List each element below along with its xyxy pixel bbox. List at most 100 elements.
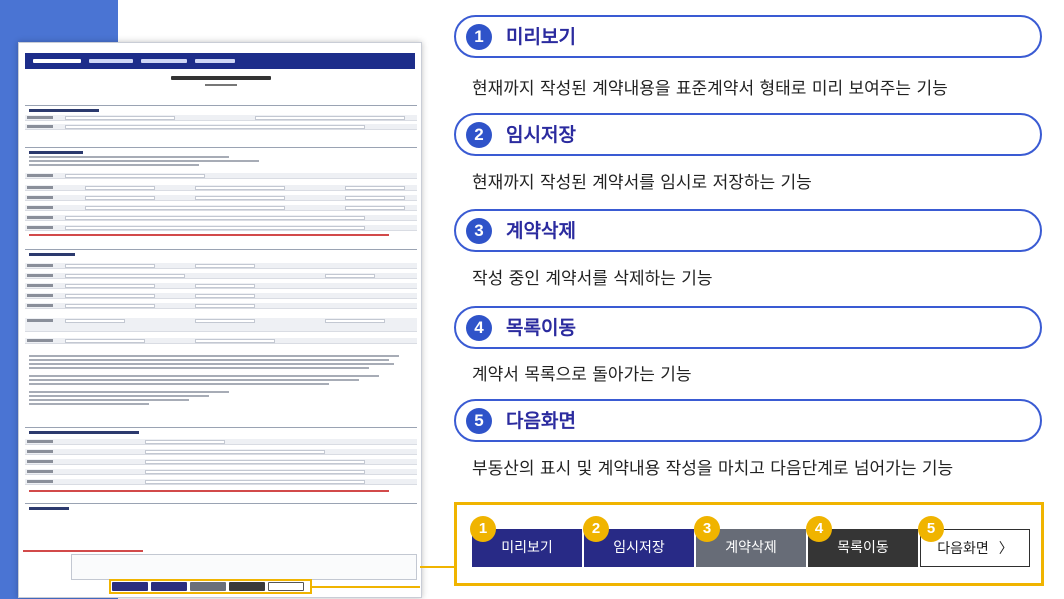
feature-heading-temp-save: 2 임시저장 — [454, 113, 1042, 156]
number-3-icon: 3 — [466, 218, 492, 244]
form-tab — [141, 59, 187, 63]
badge-2-icon: 2 — [583, 516, 609, 542]
form-text — [29, 160, 259, 162]
section-heading — [29, 253, 75, 256]
form-text — [29, 379, 359, 381]
field-box — [65, 319, 125, 323]
form-row — [25, 303, 417, 309]
form-text — [29, 363, 394, 365]
field-label — [27, 216, 53, 219]
form-row — [25, 449, 417, 455]
form-tab — [89, 59, 133, 63]
form-row — [25, 205, 417, 211]
number-4-icon: 4 — [466, 315, 492, 341]
field-box — [65, 304, 155, 308]
feature-heading-next: 5 다음화면 — [454, 399, 1042, 442]
form-text — [29, 399, 189, 401]
field-box — [65, 284, 155, 288]
feature-description: 작성 중인 계약서를 삭제하는 기능 — [472, 269, 713, 289]
form-text — [29, 367, 369, 369]
field-label — [27, 460, 53, 463]
field-label — [27, 440, 53, 443]
field-box — [65, 174, 205, 178]
field-box — [145, 470, 365, 474]
form-text — [29, 359, 389, 361]
field-box — [195, 294, 255, 298]
form-row — [25, 185, 417, 191]
field-label — [27, 174, 53, 177]
form-row — [25, 173, 417, 179]
field-label — [27, 125, 53, 128]
section-heading — [29, 151, 83, 154]
form-row — [25, 195, 417, 201]
field-box — [65, 274, 185, 278]
callout-connector — [420, 566, 456, 568]
field-box — [255, 116, 405, 120]
form-notice — [29, 490, 389, 492]
badge-5-icon: 5 — [918, 516, 944, 542]
field-label — [27, 206, 53, 209]
form-row — [25, 283, 417, 289]
badge-3-icon: 3 — [694, 516, 720, 542]
field-box — [65, 339, 145, 343]
badge-1-icon: 1 — [470, 516, 496, 542]
form-title — [171, 76, 271, 80]
field-box — [85, 206, 285, 210]
feature-description: 현재까지 작성된 계약서를 임시로 저장하는 기능 — [472, 173, 812, 193]
form-row — [25, 338, 417, 344]
form-row — [25, 439, 417, 445]
field-label — [27, 186, 53, 189]
callout-connector — [310, 586, 420, 588]
field-box — [195, 196, 285, 200]
feature-heading-delete: 3 계약삭제 — [454, 209, 1042, 252]
form-tab — [195, 59, 235, 63]
section-heading — [29, 431, 139, 434]
form-tab — [33, 59, 81, 63]
field-box — [195, 304, 255, 308]
field-label — [27, 450, 53, 453]
feature-description: 부동산의 표시 및 계약내용 작성을 마치고 다음단계로 넘어가는 기능 — [472, 459, 954, 479]
form-row — [25, 273, 417, 279]
special-terms-textarea — [71, 554, 417, 580]
field-label — [27, 304, 53, 307]
field-box — [145, 440, 225, 444]
form-text — [29, 383, 329, 385]
form-text — [29, 375, 379, 377]
form-row — [25, 459, 417, 465]
field-box — [145, 460, 365, 464]
field-box — [145, 450, 325, 454]
field-label — [27, 339, 53, 342]
field-label — [27, 116, 53, 119]
field-box — [195, 186, 285, 190]
field-box — [65, 125, 365, 129]
form-text — [29, 164, 199, 166]
chevron-right-icon: 〉 — [998, 541, 1013, 557]
section-heading — [29, 109, 99, 112]
form-subtitle — [205, 84, 237, 86]
form-row — [25, 293, 417, 299]
form-text — [29, 355, 399, 357]
form-text — [29, 403, 149, 405]
field-box — [345, 186, 405, 190]
field-box — [345, 206, 405, 210]
field-box — [195, 284, 255, 288]
feature-heading-list: 4 목록이동 — [454, 306, 1042, 349]
field-box — [85, 196, 155, 200]
feature-description: 현재까지 작성된 계약내용을 표준계약서 형태로 미리 보여주는 기능 — [472, 79, 948, 99]
button-label: 미리보기 — [501, 540, 553, 556]
field-label — [27, 264, 53, 267]
button-label: 계약삭제 — [725, 540, 777, 556]
form-notice — [23, 550, 143, 552]
field-box — [65, 294, 155, 298]
field-label — [27, 294, 53, 297]
field-box — [65, 216, 365, 220]
button-label: 목록이동 — [837, 540, 889, 556]
field-box — [325, 274, 375, 278]
form-row — [25, 469, 417, 475]
field-box — [65, 264, 155, 268]
form-row — [25, 263, 417, 269]
field-label — [27, 480, 53, 483]
field-box — [145, 480, 365, 484]
form-tab-bar — [25, 53, 415, 69]
feature-heading-preview: 1 미리보기 — [454, 15, 1042, 58]
